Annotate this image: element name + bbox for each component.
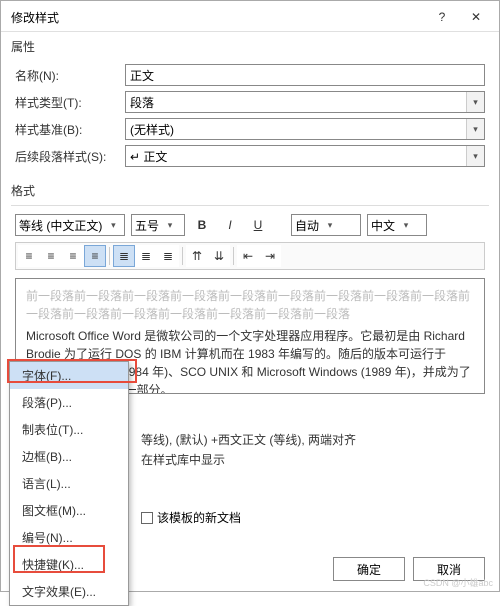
next-style-select[interactable]: ↵ 正文 ▾ (125, 145, 485, 167)
type-value: 段落 (130, 94, 154, 111)
menu-frame[interactable]: 图文框(M)... (10, 497, 128, 524)
type-select[interactable]: 段落 ▾ (125, 91, 485, 113)
font-size-value: 五号 (135, 217, 159, 234)
next-label: 后续段落样式(S): (15, 148, 125, 165)
indent-inc-button[interactable]: ⇥ (259, 245, 281, 267)
chevron-down-icon: ▾ (163, 215, 177, 235)
style-description: 等线), (默认) +西文正文 (等线), 两端对齐 在样式库中显示 (141, 431, 479, 470)
properties-form: 名称(N): 样式类型(T): 段落 ▾ 样式基准(B): (无样式) ▾ 后续… (1, 57, 499, 176)
name-label: 名称(N): (15, 67, 125, 84)
menu-language[interactable]: 语言(L)... (10, 470, 128, 497)
align-justify-button[interactable]: ≡ (84, 245, 106, 267)
desc-line2: 在样式库中显示 (141, 453, 225, 467)
separator (11, 205, 489, 206)
bold-button[interactable]: B (191, 214, 213, 236)
help-button[interactable]: ? (427, 7, 457, 27)
linespacing-2-button[interactable]: ≣ (157, 245, 179, 267)
linespacing-1-5-button[interactable]: ≣ (135, 245, 157, 267)
window-controls: ? ✕ (427, 7, 491, 27)
align-center-button[interactable]: ≡ (40, 245, 62, 267)
menu-font[interactable]: 字体(F)... (10, 362, 128, 389)
divider (109, 247, 110, 265)
chevron-down-icon: ▾ (323, 215, 337, 235)
base-select[interactable]: (无样式) ▾ (125, 118, 485, 140)
menu-numbering[interactable]: 编号(N)... (10, 524, 128, 551)
section-properties: 属性 (1, 32, 499, 57)
chevron-down-icon: ▾ (399, 215, 413, 235)
base-label: 样式基准(B): (15, 121, 125, 138)
close-button[interactable]: ✕ (461, 7, 491, 27)
divider (233, 247, 234, 265)
font-name-select[interactable]: 等线 (中文正文) ▾ (15, 214, 125, 236)
title-bar: 修改样式 ? ✕ (1, 1, 499, 32)
name-input[interactable] (125, 64, 485, 86)
lang-select[interactable]: 中文 ▾ (367, 214, 427, 236)
divider (182, 247, 183, 265)
type-label: 样式类型(T): (15, 94, 125, 111)
checkbox-icon[interactable] (141, 512, 153, 524)
format-toolbar: 等线 (中文正文) ▾ 五号 ▾ B I U 自动 ▾ 中文 ▾ ≡ ≡ ≡ ≡… (1, 210, 499, 272)
checkbox-label: 该模板的新文档 (157, 509, 241, 526)
menu-shortcut[interactable]: 快捷键(K)... (10, 551, 128, 578)
chevron-down-icon: ▾ (466, 92, 484, 112)
chevron-down-icon: ▾ (106, 215, 120, 235)
dialog-title: 修改样式 (11, 9, 59, 26)
next-value: ↵ 正文 (130, 148, 167, 165)
color-value: 自动 (295, 217, 319, 234)
preview-grey-top: 前一段落前一段落前一段落前一段落前一段落前一段落前一段落前一段落前一段落前一段落… (26, 287, 474, 323)
base-value: (无样式) (130, 121, 174, 138)
font-name-value: 等线 (中文正文) (19, 217, 102, 234)
lang-value: 中文 (371, 217, 395, 234)
color-select[interactable]: 自动 ▾ (291, 214, 361, 236)
align-right-button[interactable]: ≡ (62, 245, 84, 267)
format-menu: 字体(F)... 段落(P)... 制表位(T)... 边框(B)... 语言(… (9, 361, 129, 606)
ok-button[interactable]: 确定 (333, 557, 405, 581)
linespacing-1-button[interactable]: ≣ (113, 245, 135, 267)
section-format: 格式 (1, 176, 499, 201)
desc-line1: 等线), (默认) +西文正文 (等线), 两端对齐 (141, 433, 356, 447)
italic-button[interactable]: I (219, 214, 241, 236)
space-before-inc-button[interactable]: ⇈ (186, 245, 208, 267)
space-before-dec-button[interactable]: ⇊ (208, 245, 230, 267)
menu-border[interactable]: 边框(B)... (10, 443, 128, 470)
chevron-down-icon: ▾ (466, 119, 484, 139)
watermark: CSDN @小雄abc (423, 576, 493, 589)
indent-dec-button[interactable]: ⇤ (237, 245, 259, 267)
underline-button[interactable]: U (247, 214, 269, 236)
font-size-select[interactable]: 五号 ▾ (131, 214, 185, 236)
menu-paragraph[interactable]: 段落(P)... (10, 389, 128, 416)
template-checkbox-row[interactable]: 该模板的新文档 (141, 509, 241, 526)
menu-tabs[interactable]: 制表位(T)... (10, 416, 128, 443)
align-left-button[interactable]: ≡ (18, 245, 40, 267)
chevron-down-icon: ▾ (466, 146, 484, 166)
